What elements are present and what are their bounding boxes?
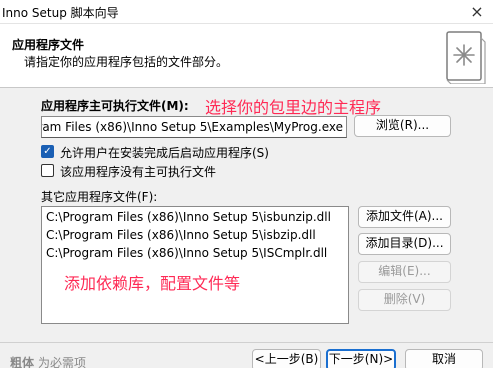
edit-button[interactable]: 编辑(E)... bbox=[358, 261, 451, 283]
back-button[interactable]: <上一步(B) bbox=[252, 349, 321, 368]
browse-button[interactable]: 浏览(R)... bbox=[354, 115, 451, 137]
no-main-exe-checkbox[interactable] bbox=[41, 164, 54, 177]
title-bar: Inno Setup 脚本向导 × bbox=[0, 0, 493, 24]
annotation-dependencies: 添加依赖库，配置文件等 bbox=[64, 274, 241, 293]
page-subtitle: 请指定你的应用程序包括的文件部分。 bbox=[24, 55, 229, 69]
footer-divider bbox=[0, 342, 493, 343]
list-item[interactable]: C:\Program Files (x86)\Inno Setup 5\isbz… bbox=[46, 228, 316, 242]
other-files-label: 其它应用程序文件(F): bbox=[41, 190, 158, 204]
main-exe-label: 应用程序主可执行文件(M): bbox=[41, 99, 189, 113]
main-exe-value: gram Files (x86)\Inno Setup 5\Examples\M… bbox=[41, 120, 343, 134]
remove-button[interactable]: 删除(V) bbox=[358, 289, 451, 311]
annotation-main-program: 选择你的包里边的主程序 bbox=[205, 98, 382, 117]
no-main-exe-label: 该应用程序没有主可执行文件 bbox=[60, 165, 217, 179]
list-item[interactable]: C:\Program Files (x86)\Inno Setup 5\ISCm… bbox=[46, 246, 327, 260]
wizard-header: 应用程序文件 请指定你的应用程序包括的文件部分。 bbox=[0, 24, 493, 88]
wizard-logo-icon bbox=[446, 31, 486, 84]
list-item[interactable]: C:\Program Files (x86)\Inno Setup 5\isbu… bbox=[46, 210, 331, 224]
add-folder-button[interactable]: 添加目录(D)... bbox=[358, 233, 451, 255]
required-note: 为必需项 bbox=[38, 356, 87, 368]
allow-launch-label: 允许用户在安装完成后启动应用程序(S) bbox=[60, 146, 269, 160]
other-files-list[interactable]: C:\Program Files (x86)\Inno Setup 5\isbu… bbox=[41, 206, 349, 324]
next-button[interactable]: 下一步(N)> bbox=[326, 349, 396, 368]
allow-launch-checkbox[interactable]: ✓ bbox=[41, 145, 54, 158]
page-title: 应用程序文件 bbox=[12, 38, 85, 52]
window-title: Inno Setup 脚本向导 bbox=[2, 6, 119, 20]
cancel-button[interactable]: 取消 bbox=[405, 349, 483, 368]
required-bold-label: 粗体 bbox=[10, 356, 35, 368]
main-exe-field[interactable]: gram Files (x86)\Inno Setup 5\Examples\M… bbox=[41, 116, 347, 138]
close-icon[interactable]: × bbox=[464, 2, 490, 22]
add-files-button[interactable]: 添加文件(A)... bbox=[358, 206, 451, 228]
